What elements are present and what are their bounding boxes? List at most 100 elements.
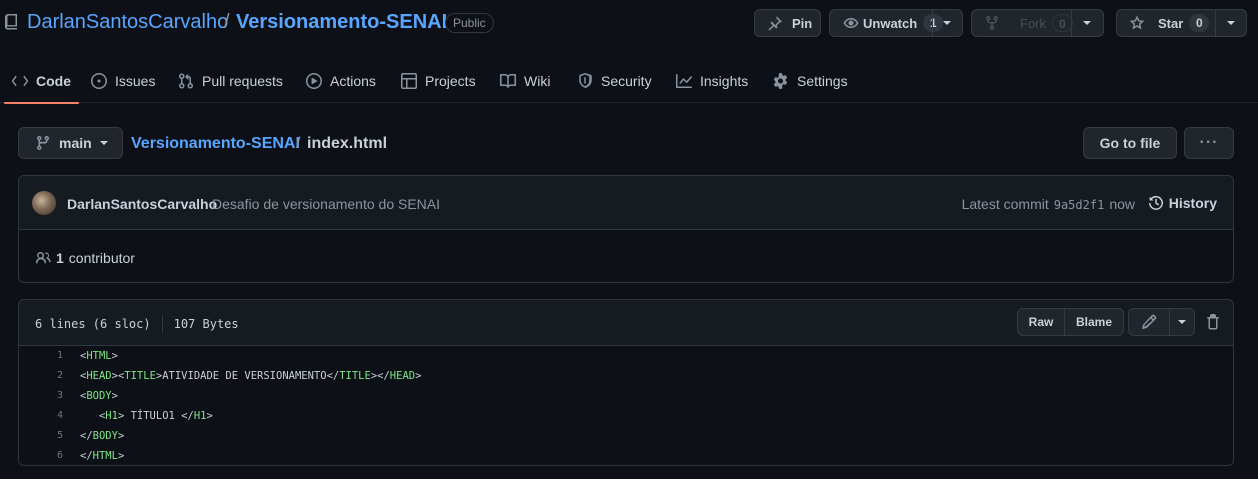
chevron-down-icon[interactable] <box>1178 320 1186 324</box>
fork-icon <box>986 15 998 31</box>
tab-label: Security <box>601 72 652 89</box>
kebab-icon: ··· <box>1199 134 1219 151</box>
tab-actions[interactable]: Actions <box>298 58 384 103</box>
visibility-badge: Public <box>445 13 494 33</box>
edit-button-group <box>1128 308 1195 336</box>
tab-wiki[interactable]: Wiki <box>492 58 558 103</box>
latest-commit-info: Latest commit 9a5d2f1 now <box>962 196 1135 212</box>
raw-button[interactable]: Raw <box>1018 309 1064 335</box>
pin-button[interactable]: Pin <box>754 9 821 37</box>
code-line: 6 </HTML> <box>19 446 1233 466</box>
line-content: <BODY> <box>80 386 118 406</box>
line-number[interactable]: 6 <box>19 446 63 466</box>
go-to-file-button[interactable]: Go to file <box>1083 127 1177 159</box>
repo-header: DarlanSantosCarvalho / Versionamento-SEN… <box>0 0 1258 46</box>
code-tag: H1 <box>193 410 207 422</box>
more-options-button[interactable]: ··· <box>1184 127 1234 159</box>
code-text: > <box>206 410 213 422</box>
contributors[interactable]: 1 contributor <box>35 250 135 266</box>
line-content: <H1> TÍTULO1 </H1> <box>80 406 213 426</box>
graph-icon <box>676 73 692 88</box>
line-number[interactable]: 2 <box>19 366 63 386</box>
issue-icon <box>91 72 107 89</box>
code-text: > TÍTULO1 </ <box>117 410 194 422</box>
tab-label: Insights <box>700 72 749 89</box>
tab-label: Wiki <box>524 72 551 89</box>
tab-settings[interactable]: Settings <box>765 58 856 103</box>
tab-issues[interactable]: Issues <box>83 58 163 103</box>
unwatch-label: Unwatch <box>863 15 918 31</box>
breadcrumb-separator: / <box>296 135 301 152</box>
chevron-down-icon[interactable] <box>1083 21 1091 25</box>
code-tag: TITLE <box>339 370 371 382</box>
file-viewer: 6 lines (6 sloc) 107 Bytes Raw Blame 1 <H… <box>18 299 1234 466</box>
commit-message-link[interactable]: Desafio de versionamento do SENAI <box>212 196 440 212</box>
tab-insights[interactable]: Insights <box>668 58 756 103</box>
code-tag: HEAD <box>86 370 112 382</box>
blame-button[interactable]: Blame <box>1065 309 1123 335</box>
pull-request-icon <box>179 73 193 88</box>
file-size: 107 Bytes <box>173 317 239 331</box>
code-tag: HEAD <box>389 370 416 382</box>
tab-label: Actions <box>330 72 376 89</box>
repo-name-link[interactable]: Versionamento-SENAI <box>236 11 447 34</box>
code-tag: TITLE <box>124 370 156 382</box>
file-lines-info: 6 lines (6 sloc) <box>35 317 151 331</box>
edit-file-button[interactable] <box>1129 309 1169 335</box>
contributor-count: 1 <box>56 250 64 266</box>
file-header: 6 lines (6 sloc) 107 Bytes Raw Blame <box>19 300 1233 346</box>
code-text: </ <box>80 430 93 442</box>
watch-count: 1 <box>923 14 944 32</box>
unwatch-button[interactable]: Unwatch 1 <box>829 9 963 37</box>
code-text: </ <box>80 450 93 462</box>
line-content: </BODY> <box>80 426 124 446</box>
code-text: >< <box>111 370 125 382</box>
commit-author-link[interactable]: DarlanSantosCarvalho <box>67 196 217 212</box>
code-tag: BODY <box>92 430 118 442</box>
code-line: 2 <HEAD><TITLE>ATIVIDADE DE VERSIONAMENTO… <box>19 366 1233 386</box>
latest-commit-label: Latest commit <box>961 196 1049 212</box>
pencil-icon <box>1142 314 1157 330</box>
line-number[interactable]: 4 <box>19 406 63 426</box>
line-number[interactable]: 5 <box>19 426 63 446</box>
fork-label: Fork <box>1020 15 1046 31</box>
repo-owner-link[interactable]: DarlanSantosCarvalho <box>27 11 228 34</box>
commit-time: now <box>1109 196 1135 212</box>
chevron-down-icon <box>99 141 108 145</box>
code-icon <box>12 75 28 86</box>
code-line: 3 <BODY> <box>19 386 1233 406</box>
line-number[interactable]: 1 <box>19 346 63 366</box>
raw-blame-group: Raw Blame <box>1017 308 1124 336</box>
pin-icon <box>768 16 782 31</box>
star-label: Star <box>1158 15 1184 31</box>
tab-projects[interactable]: Projects <box>393 58 484 103</box>
tab-label: Settings <box>797 72 848 89</box>
star-button[interactable]: Star 0 <box>1116 9 1247 37</box>
tab-code[interactable]: Code <box>4 58 79 104</box>
line-number[interactable]: 3 <box>19 386 63 406</box>
book-icon <box>500 73 516 88</box>
commit-sha-link[interactable]: 9a5d2f1 <box>1054 198 1105 212</box>
repo-path-separator: / <box>224 11 230 33</box>
tab-label: Pull requests <box>202 72 283 89</box>
tab-security[interactable]: Security <box>569 58 660 103</box>
history-link[interactable]: History <box>1148 195 1217 211</box>
line-content: </HTML> <box>80 446 124 466</box>
delete-file-button[interactable] <box>1205 314 1221 333</box>
avatar[interactable] <box>32 191 56 215</box>
tab-pull-requests[interactable]: Pull requests <box>170 58 291 103</box>
code-line: 4 <H1> TÍTULO1 </H1> <box>19 406 1233 426</box>
repo-icon <box>5 14 17 30</box>
tab-label: Code <box>36 72 71 89</box>
code-text: > <box>111 350 118 362</box>
code-line: 1 <HTML> <box>19 346 1233 366</box>
chevron-down-icon[interactable] <box>943 21 951 25</box>
chevron-down-icon[interactable] <box>1227 21 1235 25</box>
fork-count: 0 <box>1052 14 1073 32</box>
code-tag: BODY <box>86 390 112 402</box>
branch-select-button[interactable]: main <box>18 127 123 159</box>
trash-icon <box>1207 314 1219 330</box>
line-content: <HTML> <box>80 346 118 366</box>
code-text: < <box>80 410 106 422</box>
breadcrumb-repo-link[interactable]: Versionamento-SENAI <box>131 135 300 153</box>
